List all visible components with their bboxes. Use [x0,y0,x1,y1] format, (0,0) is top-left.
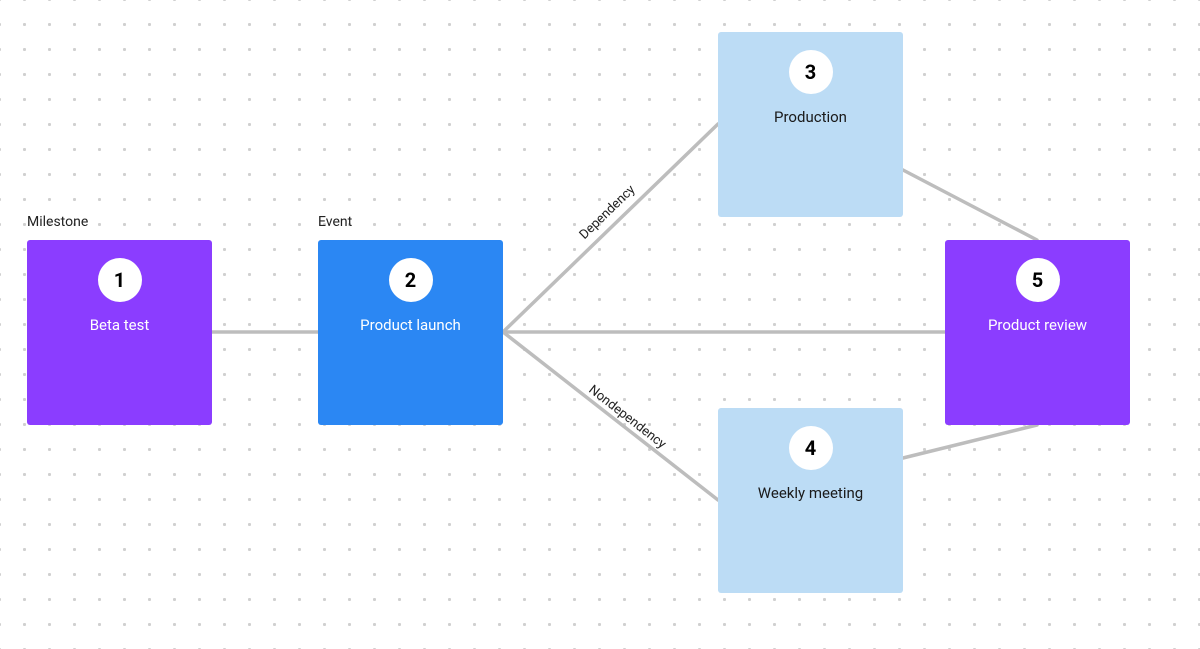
edge-2-4-label: Nondependency [586,382,669,452]
node-label: Production [774,108,847,126]
edge-2-4 [503,332,718,500]
node-number-badge: 5 [1016,258,1060,302]
node-number-badge: 4 [789,426,833,470]
node-number-badge: 1 [98,258,142,302]
node-product-review[interactable]: 5 Product review [945,240,1130,425]
node-production[interactable]: 3 Production [718,32,903,217]
node-number-badge: 3 [789,50,833,94]
node-label: Beta test [90,316,150,334]
edge-2-3 [503,124,718,332]
node-weekly-meeting[interactable]: 4 Weekly meeting [718,408,903,593]
node-label: Weekly meeting [758,484,863,502]
node-beta-test[interactable]: 1 Beta test [27,240,212,425]
category-label-milestone: Milestone [27,214,88,230]
node-label: Product review [988,316,1087,334]
diagram-canvas[interactable]: Dependency Nondependency Milestone Event… [0,0,1200,649]
node-label: Product launch [360,316,461,334]
node-number-badge: 2 [389,258,433,302]
edge-2-3-label: Dependency [577,182,639,242]
category-label-event: Event [318,214,352,230]
edge-3-5 [903,170,1037,240]
node-product-launch[interactable]: 2 Product launch [318,240,503,425]
edge-4-5 [903,425,1037,458]
